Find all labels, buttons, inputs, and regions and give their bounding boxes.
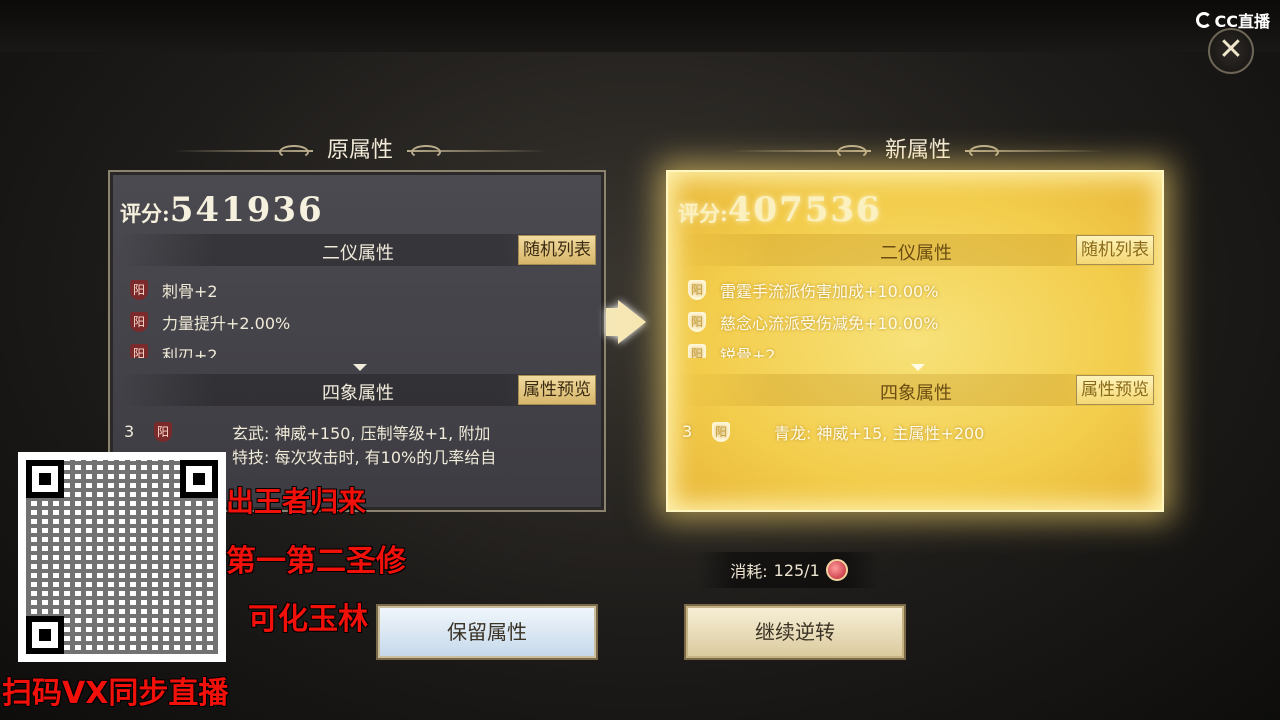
sixiang-detail: 3 阳 青龙: 神威+15, 主属性+200 [682,422,1152,452]
old-attributes-heading: 原属性 [150,132,570,164]
yang-badge-icon: 阳 [130,344,148,358]
cc-logo-icon [1195,12,1212,28]
score-value: 541936 [169,190,324,230]
qr-finder [26,460,64,498]
keep-attributes-button[interactable]: 保留属性 [376,604,598,660]
random-list-button[interactable]: 随机列表 [518,235,596,265]
top-bar [0,0,1280,52]
yang-badge-icon: 阳 [688,280,706,300]
yang-badge-icon: 阳 [688,344,706,358]
continue-reverse-button[interactable]: 继续逆转 [684,604,906,660]
attribute-preview-button[interactable]: 属性预览 [518,375,596,405]
score-value: 407536 [727,190,882,230]
sixiang-section: 四象属性 属性预览 [678,374,1154,406]
new-attributes-heading: 新属性 [708,132,1128,164]
ornament-left [730,145,871,159]
scroll-down-icon [353,364,367,371]
close-icon: ✕ [1218,32,1244,67]
attr-item: 阳慈念心流派受伤减免+10.00% [688,306,1148,338]
promo-line-2: 第一第二圣修 [226,544,406,579]
promo-line-3: 可化玉林 [248,602,368,637]
promo-line-4: 扫码VX同步直播 [2,676,229,711]
yang-badge-icon: 阳 [154,422,172,442]
ornament-right [965,145,1105,159]
level: 3 [124,422,135,441]
liangyi-section: 二仪属性 随机列表 [678,234,1154,266]
liangyi-section: 二仪属性 随机列表 [120,234,596,266]
attr-item: 阳利刃+2 [130,338,590,358]
sixiang-section: 四象属性 属性预览 [120,374,596,406]
yang-badge-icon: 阳 [130,312,148,332]
qr-code [18,452,226,662]
cost-label: 消耗: [730,562,768,581]
yang-badge-icon: 阳 [688,312,706,332]
ornament-left [172,145,313,159]
qr-finder [26,616,64,654]
attr-item: 阳雷霆手流派伤害加成+10.00% [688,274,1148,306]
liangyi-attr-list[interactable]: 阳雷霆手流派伤害加成+10.00% 阳慈念心流派受伤减免+10.00% 阳锐骨+… [688,274,1148,358]
sixiang-line-1: 玄武: 神威+150, 压制等级+1, 附加 [232,424,491,443]
attribute-preview-button[interactable]: 属性预览 [1076,375,1154,405]
score: 评分:541936 [120,190,324,230]
ornament-right [407,145,547,159]
random-list-button[interactable]: 随机列表 [1076,235,1154,265]
arrow-right-icon [606,300,646,344]
scroll-down-icon [911,364,925,371]
attr-item: 阳刺骨+2 [130,274,590,306]
level: 3 [682,422,693,441]
close-button[interactable]: ✕ [1208,28,1254,74]
qr-finder [180,460,218,498]
yang-badge-icon: 阳 [130,280,148,300]
sixiang-line-2: 特技: 每次攻击时, 有10%的几率给自 [232,448,497,467]
cost-value: 125/1 [773,560,820,580]
new-attributes-panel: 评分:407536 二仪属性 随机列表 阳雷霆手流派伤害加成+10.00% 阳慈… [666,170,1164,512]
attr-item: 阳力量提升+2.00% [130,306,590,338]
red-gem-icon [825,559,848,581]
cost-display: 消耗: 125/1 [698,552,880,588]
score: 评分:407536 [678,190,882,230]
liangyi-attr-list[interactable]: 阳刺骨+2 阳力量提升+2.00% 阳利刃+2 [130,274,590,358]
attr-item: 阳锐骨+2 [688,338,1148,358]
promo-line-1: 出王者归来 [226,485,367,518]
yang-badge-icon: 阳 [712,422,730,442]
sixiang-line-1: 青龙: 神威+15, 主属性+200 [774,424,985,443]
